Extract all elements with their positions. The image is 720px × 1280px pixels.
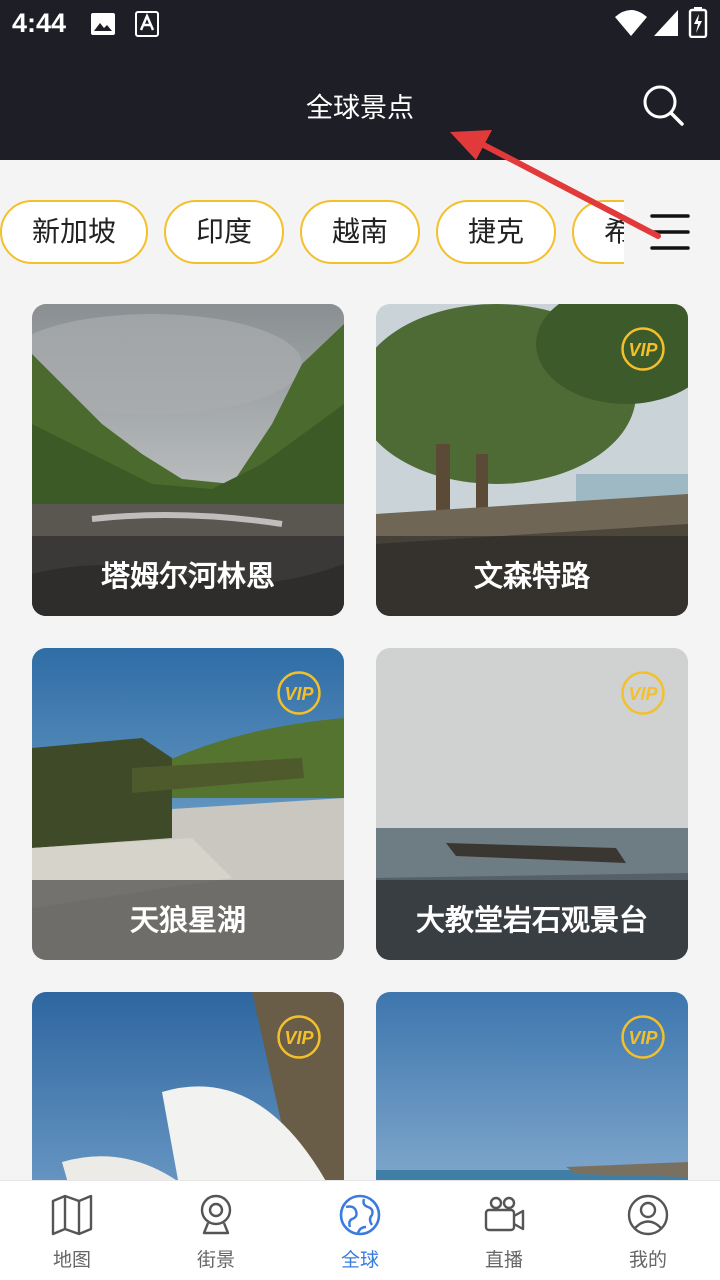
scenic-grid: 塔姆尔河林恩 VIP 文森特路 VIP 天狼星湖 VIP 大教堂岩石观景台 VI…: [0, 304, 720, 1180]
category-chips: 新加坡 印度 越南 捷克 希: [0, 200, 624, 266]
vip-badge-icon: VIP: [277, 671, 321, 715]
tab-label: 地图: [52, 1249, 91, 1271]
tab-label: 直播: [484, 1249, 523, 1271]
vip-badge-icon: VIP: [277, 1015, 321, 1059]
svg-text:VIP: VIP: [284, 1028, 314, 1048]
tab-label: 全球: [340, 1249, 379, 1271]
street-view-icon: [200, 1194, 232, 1235]
bottom-navigation: 地图 街景 全球 直播 我的: [0, 1180, 720, 1280]
tab-label: 街景: [196, 1249, 235, 1271]
card-title: 文森特路: [376, 536, 688, 616]
keyboard-a-icon: [135, 11, 159, 37]
wifi-icon: [615, 10, 647, 36]
user-icon: [627, 1194, 669, 1236]
vip-badge-icon: VIP: [621, 1015, 665, 1059]
scenic-card[interactable]: VIP 大教堂岩石观景台: [376, 648, 688, 960]
scenic-card[interactable]: VIP 天狼星湖: [32, 648, 344, 960]
card-title: 天狼星湖: [32, 880, 344, 960]
signal-icon: [654, 10, 678, 36]
tab-map[interactable]: 地图: [0, 1181, 144, 1280]
status-time: 4:44: [12, 8, 67, 38]
page-title: 全球景点: [306, 93, 414, 124]
search-icon[interactable]: [640, 82, 686, 128]
chip-greece[interactable]: 希: [572, 200, 624, 264]
chip-singapore[interactable]: 新加坡: [0, 200, 148, 264]
tab-live[interactable]: 直播: [432, 1181, 576, 1280]
status-bar: 4:44: [0, 0, 720, 50]
svg-text:VIP: VIP: [628, 684, 658, 704]
scenic-card[interactable]: 塔姆尔河林恩: [32, 304, 344, 616]
tab-street-view[interactable]: 街景: [144, 1181, 288, 1280]
gallery-icon: [91, 13, 115, 35]
chip-vietnam[interactable]: 越南: [300, 200, 420, 264]
battery-charging-icon: [688, 7, 708, 38]
scenic-card[interactable]: VIP: [376, 992, 688, 1180]
vip-badge-icon: VIP: [621, 671, 665, 715]
tab-global[interactable]: 全球: [288, 1181, 432, 1280]
vip-badge-icon: VIP: [621, 327, 665, 371]
map-icon: [51, 1194, 93, 1236]
globe-icon: [339, 1194, 381, 1236]
chip-india[interactable]: 印度: [164, 200, 284, 264]
menu-icon[interactable]: [648, 212, 692, 252]
svg-text:VIP: VIP: [628, 1028, 658, 1048]
app-header: 全球景点: [0, 50, 720, 160]
card-title: 大教堂岩石观景台: [376, 880, 688, 960]
scenic-card[interactable]: VIP: [32, 992, 344, 1180]
card-title: 塔姆尔河林恩: [32, 536, 344, 616]
camera-icon: [484, 1196, 525, 1232]
tab-label: 我的: [628, 1249, 667, 1271]
svg-text:VIP: VIP: [284, 684, 314, 704]
chip-czech[interactable]: 捷克: [436, 200, 556, 264]
scenic-card[interactable]: VIP 文森特路: [376, 304, 688, 616]
svg-text:VIP: VIP: [628, 340, 658, 360]
tab-mine[interactable]: 我的: [576, 1181, 720, 1280]
